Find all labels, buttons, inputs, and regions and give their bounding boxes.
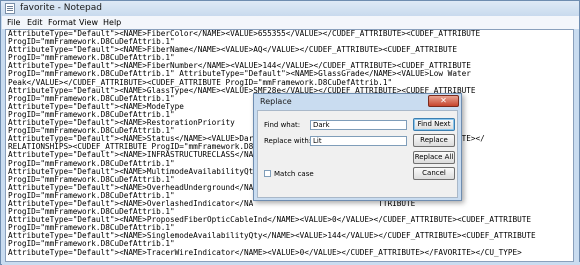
cancel-button[interactable]: Cancel (413, 167, 455, 180)
match-case-label: Match case (274, 170, 314, 178)
replace-dialog: Replace ✕ Find what: Dark Replace with: … (253, 93, 462, 201)
find-what-label: Find what: (264, 121, 301, 129)
replace-with-input[interactable]: Lit (310, 136, 407, 146)
replace-with-label: Replace with: (264, 137, 312, 145)
find-what-input[interactable]: Dark (310, 120, 407, 130)
notepad-icon (5, 3, 15, 14)
replace-button[interactable]: Replace (413, 134, 455, 147)
replace-all-button[interactable]: Replace All (413, 151, 455, 164)
menu-format[interactable]: Format (48, 16, 76, 29)
close-icon[interactable]: ✕ (428, 95, 459, 107)
menu-bar: File Edit Format View Help (2, 16, 579, 29)
menu-view[interactable]: View (79, 16, 98, 29)
editor-line: AttributeType="Default"><NAME>TracerWire… (8, 247, 522, 257)
menu-help[interactable]: Help (103, 16, 121, 29)
menu-file[interactable]: File (7, 16, 20, 29)
menu-edit[interactable]: Edit (27, 16, 43, 29)
window-title: favorite - Notepad (20, 3, 102, 13)
dialog-body: Find what: Dark Replace with: Lit Match … (257, 110, 458, 198)
dialog-title: Replace (260, 97, 292, 106)
find-next-button[interactable]: Find Next (413, 118, 455, 131)
match-case-checkbox[interactable] (264, 170, 271, 177)
title-bar[interactable]: favorite - Notepad (1, 1, 579, 16)
